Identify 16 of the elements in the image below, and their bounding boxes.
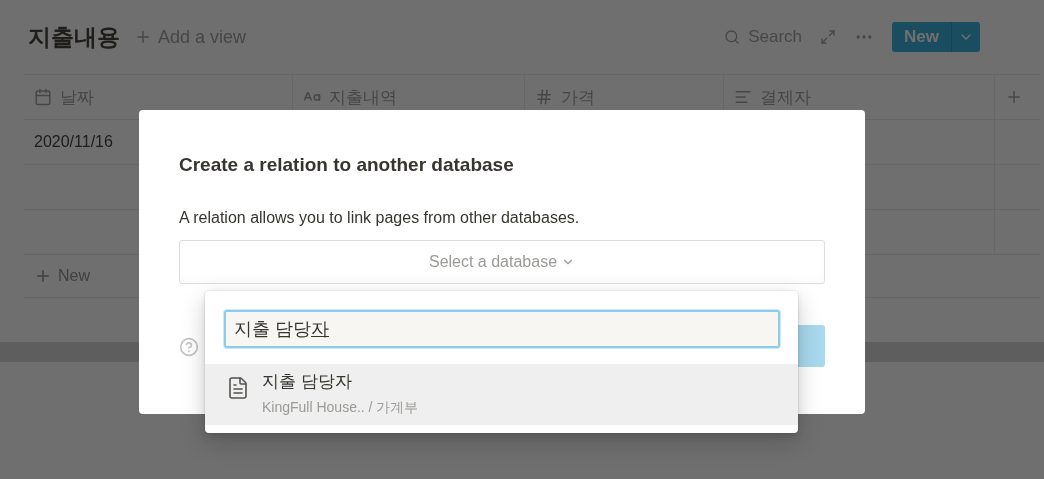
plus-icon[interactable]: [34, 267, 52, 285]
page-title: 지출내용: [28, 22, 120, 52]
search-field[interactable]: 지출 담당자: [224, 310, 780, 348]
expand-icon[interactable]: [820, 29, 837, 45]
new-button[interactable]: New: [892, 22, 980, 52]
calendar-icon: [34, 88, 52, 106]
search-icon[interactable]: [724, 29, 741, 45]
hash-icon: [535, 88, 553, 106]
dialog-description: A relation allows you to link pages from other databases.: [179, 209, 581, 227]
plus-icon[interactable]: [134, 28, 152, 46]
lines-icon: [734, 88, 752, 106]
database-select[interactable]: Select a database: [179, 240, 825, 284]
add-column-icon[interactable]: [1005, 88, 1023, 106]
database-option[interactable]: 지출 담당자 KingFull House.. / 가계부: [205, 364, 798, 425]
page-icon: [226, 376, 250, 400]
help-icon[interactable]: [179, 337, 199, 357]
